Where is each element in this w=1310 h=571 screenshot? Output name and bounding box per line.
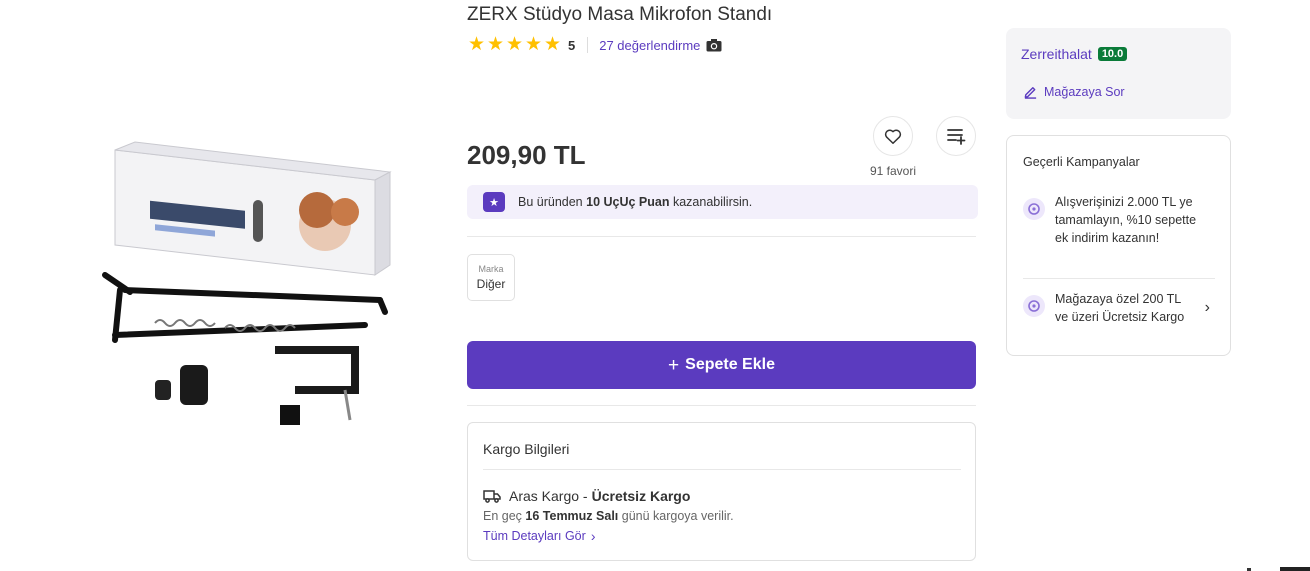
section-divider — [467, 236, 976, 237]
star-icon: ★ — [505, 34, 524, 55]
brand-value: Diğer — [476, 277, 506, 291]
section-divider — [467, 405, 976, 406]
cargo-eta-suffix: günü kargoya verilir. — [621, 509, 734, 523]
star-icon: ★ — [467, 34, 486, 55]
corner-widget[interactable] — [1280, 567, 1310, 571]
ask-store-label: Mağazaya Sor — [1044, 84, 1125, 99]
points-amount: 10 UçUç Puan — [586, 195, 670, 209]
brand-attribute[interactable]: Marka Diğer — [467, 254, 515, 301]
cargo-carrier-line: Aras Kargo - Ücretsiz Kargo — [483, 488, 690, 504]
campaign-item[interactable]: Mağazaya özel 200 TL ve üzeri Ücretsiz K… — [1023, 290, 1213, 326]
store-name[interactable]: Zerreithalat — [1021, 46, 1092, 62]
favorite-button[interactable] — [873, 116, 913, 156]
campaign-icon — [1023, 198, 1045, 220]
camera-icon[interactable] — [706, 38, 722, 52]
cargo-divider — [483, 469, 961, 470]
campaigns-card: Geçerli Kampanyalar Alışverişinizi 2.000… — [1006, 135, 1231, 356]
star-rating[interactable]: ★ ★ ★ ★ ★ — [467, 34, 562, 55]
plus-icon: + — [668, 354, 680, 376]
add-to-cart-label: Sepete Ekle — [685, 356, 775, 373]
campaign-text: Mağazaya özel 200 TL ve üzeri Ücretsiz K… — [1055, 292, 1185, 324]
campaign-text: Alışverişinizi 2.000 TL ye tamamlayın, %… — [1055, 195, 1197, 245]
campaign-icon — [1023, 295, 1045, 317]
add-to-list-button[interactable] — [936, 116, 976, 156]
chevron-right-icon: › — [590, 528, 596, 544]
cargo-eta-prefix: En geç — [483, 509, 522, 523]
star-badge-icon: ★ — [483, 192, 505, 212]
cargo-title: Kargo Bilgileri — [483, 441, 570, 457]
points-text: Bu üründen 10 UçUç Puan kazanabilirsin. — [518, 195, 752, 209]
rating-divider — [587, 37, 589, 53]
heart-icon — [884, 128, 902, 144]
product-price: 209,90 TL — [467, 140, 586, 170]
brand-label: Marka — [478, 264, 504, 274]
rating-value: 5 — [568, 37, 576, 53]
cargo-shipping-type: Ücretsiz Kargo — [591, 488, 691, 504]
product-photo-illustration — [102, 141, 392, 425]
add-to-list-icon — [947, 129, 966, 145]
campaign-item[interactable]: Alışverişinizi 2.000 TL ye tamamlayın, %… — [1023, 193, 1198, 247]
store-card: Zerreithalat 10.0 Mağazaya Sor — [1006, 28, 1231, 119]
campaigns-title: Geçerli Kampanyalar — [1023, 155, 1140, 169]
cargo-carrier: Aras Kargo - — [509, 488, 588, 504]
add-to-cart-button[interactable]: + Sepete Ekle — [467, 341, 976, 389]
cargo-info-card: Kargo Bilgileri Aras Kargo - Ücretsiz Ka… — [467, 422, 976, 561]
chevron-right-icon[interactable]: › — [1205, 299, 1210, 317]
rating-row: ★ ★ ★ ★ ★ 5 27 değerlendirme — [467, 34, 722, 55]
pen-icon — [1024, 87, 1037, 99]
product-image[interactable] — [95, 140, 395, 440]
product-title: ZERX Stüdyo Masa Mikrofon Standı — [467, 4, 773, 25]
campaign-divider — [1023, 278, 1215, 279]
points-prefix: Bu üründen — [518, 195, 583, 209]
cargo-eta: En geç 16 Temmuz Salı günü kargoya veril… — [483, 509, 734, 523]
favorite-count: 91 favori — [869, 164, 917, 178]
cargo-details-link[interactable]: Tüm Detayları Gör › — [483, 528, 595, 544]
cargo-details-label: Tüm Detayları Gör — [483, 529, 586, 543]
review-count-link[interactable]: 27 değerlendirme — [599, 38, 700, 53]
points-banner: ★ Bu üründen 10 UçUç Puan kazanabilirsin… — [467, 185, 978, 219]
star-icon: ★ — [543, 34, 562, 55]
star-icon: ★ — [486, 34, 505, 55]
ask-store-link[interactable]: Mağazaya Sor — [1023, 84, 1125, 99]
store-score-badge: 10.0 — [1097, 47, 1128, 61]
cargo-eta-date: 16 Temmuz Salı — [525, 509, 619, 523]
store-name-row[interactable]: Zerreithalat 10.0 — [1021, 46, 1128, 62]
star-icon: ★ — [524, 34, 543, 55]
points-suffix: kazanabilirsin. — [672, 195, 753, 209]
truck-icon — [483, 490, 501, 503]
